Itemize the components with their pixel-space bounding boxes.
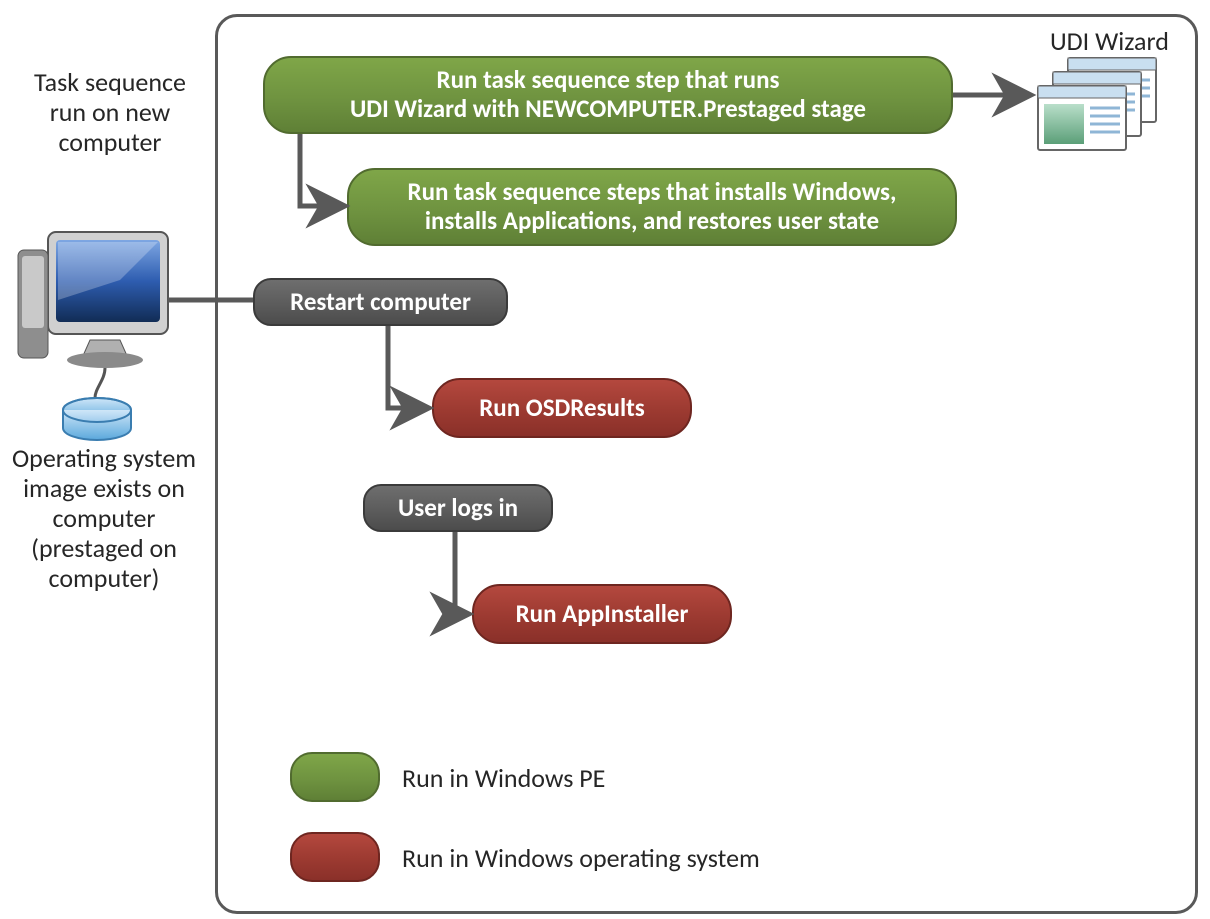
step1-line1: Run task sequence step that runs — [437, 64, 780, 95]
legend-os-text: Run in Windows operating system — [402, 842, 760, 874]
legend-swatch-pe — [290, 752, 380, 802]
left-label-bottom: Operating system image exists on compute… — [4, 444, 204, 593]
restart-text: Restart computer — [290, 288, 471, 317]
osd-text: Run OSDResults — [479, 394, 645, 423]
step2-line2: installs Applications, and restores user… — [425, 205, 879, 236]
step-run-osdresults: Run OSDResults — [432, 378, 692, 438]
step-restart-computer: Restart computer — [253, 278, 508, 326]
step2-line1: Run task sequence steps that installs Wi… — [408, 176, 897, 207]
left-label-bottom-text: Operating system image exists on compute… — [12, 442, 196, 594]
udi-wizard-label: UDI Wizard — [1050, 25, 1169, 57]
legend-label-pe: Run in Windows PE — [402, 762, 605, 794]
legend-pe-text: Run in Windows PE — [402, 762, 605, 794]
step-run-appinstaller: Run AppInstaller — [472, 584, 732, 644]
step-install-windows: Run task sequence steps that installs Wi… — [347, 168, 957, 246]
legend-label-os: Run in Windows operating system — [402, 842, 760, 874]
step-run-udi-wizard: Run task sequence step that runs UDI Wiz… — [263, 56, 953, 134]
step-user-logs-in: User logs in — [363, 484, 553, 532]
appinstaller-text: Run AppInstaller — [516, 600, 689, 629]
udi-wizard-label-text: UDI Wizard — [1050, 25, 1169, 57]
left-label-top: Task sequence run on new computer — [20, 68, 200, 158]
computer-icon — [18, 232, 168, 368]
left-label-top-text: Task sequence run on new computer — [34, 66, 186, 158]
userlogs-text: User logs in — [398, 494, 518, 523]
legend-swatch-os — [290, 832, 380, 882]
step1-line2: UDI Wizard with NEWCOMPUTER.Prestaged st… — [350, 93, 866, 124]
database-icon — [63, 398, 131, 440]
